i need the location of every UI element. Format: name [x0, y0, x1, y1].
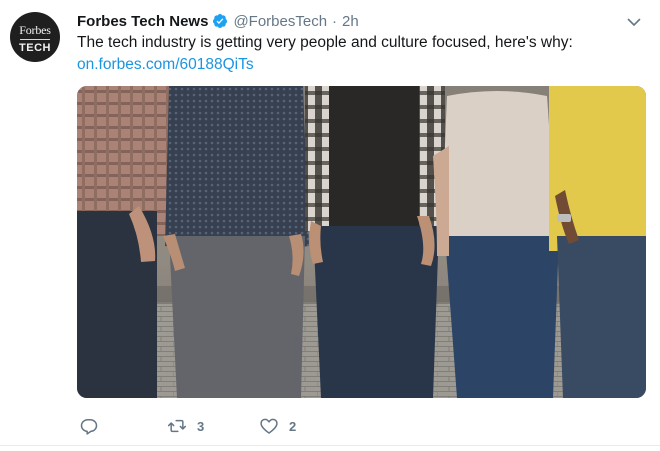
like-count: 2: [289, 418, 297, 434]
chevron-down-icon[interactable]: [626, 14, 642, 30]
photo-of-people-standing-against-wall: [77, 86, 646, 398]
tweet-media-photo[interactable]: [77, 86, 646, 398]
tweet-header: Forbes Tech News @ForbesTech · 2h: [77, 11, 359, 31]
avatar[interactable]: Forbes TECH: [10, 12, 60, 62]
avatar-divider: [20, 39, 50, 40]
retweet-button[interactable]: 3: [167, 414, 204, 438]
tweet[interactable]: Forbes TECH Forbes Tech News @ForbesTech…: [0, 0, 660, 451]
like-button[interactable]: 2: [259, 414, 296, 438]
reply-button[interactable]: [79, 414, 99, 438]
verified-badge-icon: [213, 14, 228, 28]
retweet-count: 3: [197, 418, 205, 434]
author-name[interactable]: Forbes Tech News: [77, 13, 208, 30]
reply-icon: [80, 419, 98, 435]
avatar-sub-text: TECH: [19, 42, 51, 54]
tweet-text: The tech industry is getting very people…: [77, 34, 573, 51]
tweet-timestamp[interactable]: 2h: [342, 13, 359, 30]
retweet-icon: [167, 419, 187, 433]
time-separator: ·: [332, 12, 338, 30]
tweet-divider: [0, 445, 660, 446]
avatar-brand-text: Forbes: [19, 23, 51, 37]
tweet-link[interactable]: on.forbes.com/60188QiTs: [77, 54, 254, 76]
author-handle[interactable]: @ForbesTech: [233, 13, 327, 30]
heart-icon: [260, 418, 278, 434]
